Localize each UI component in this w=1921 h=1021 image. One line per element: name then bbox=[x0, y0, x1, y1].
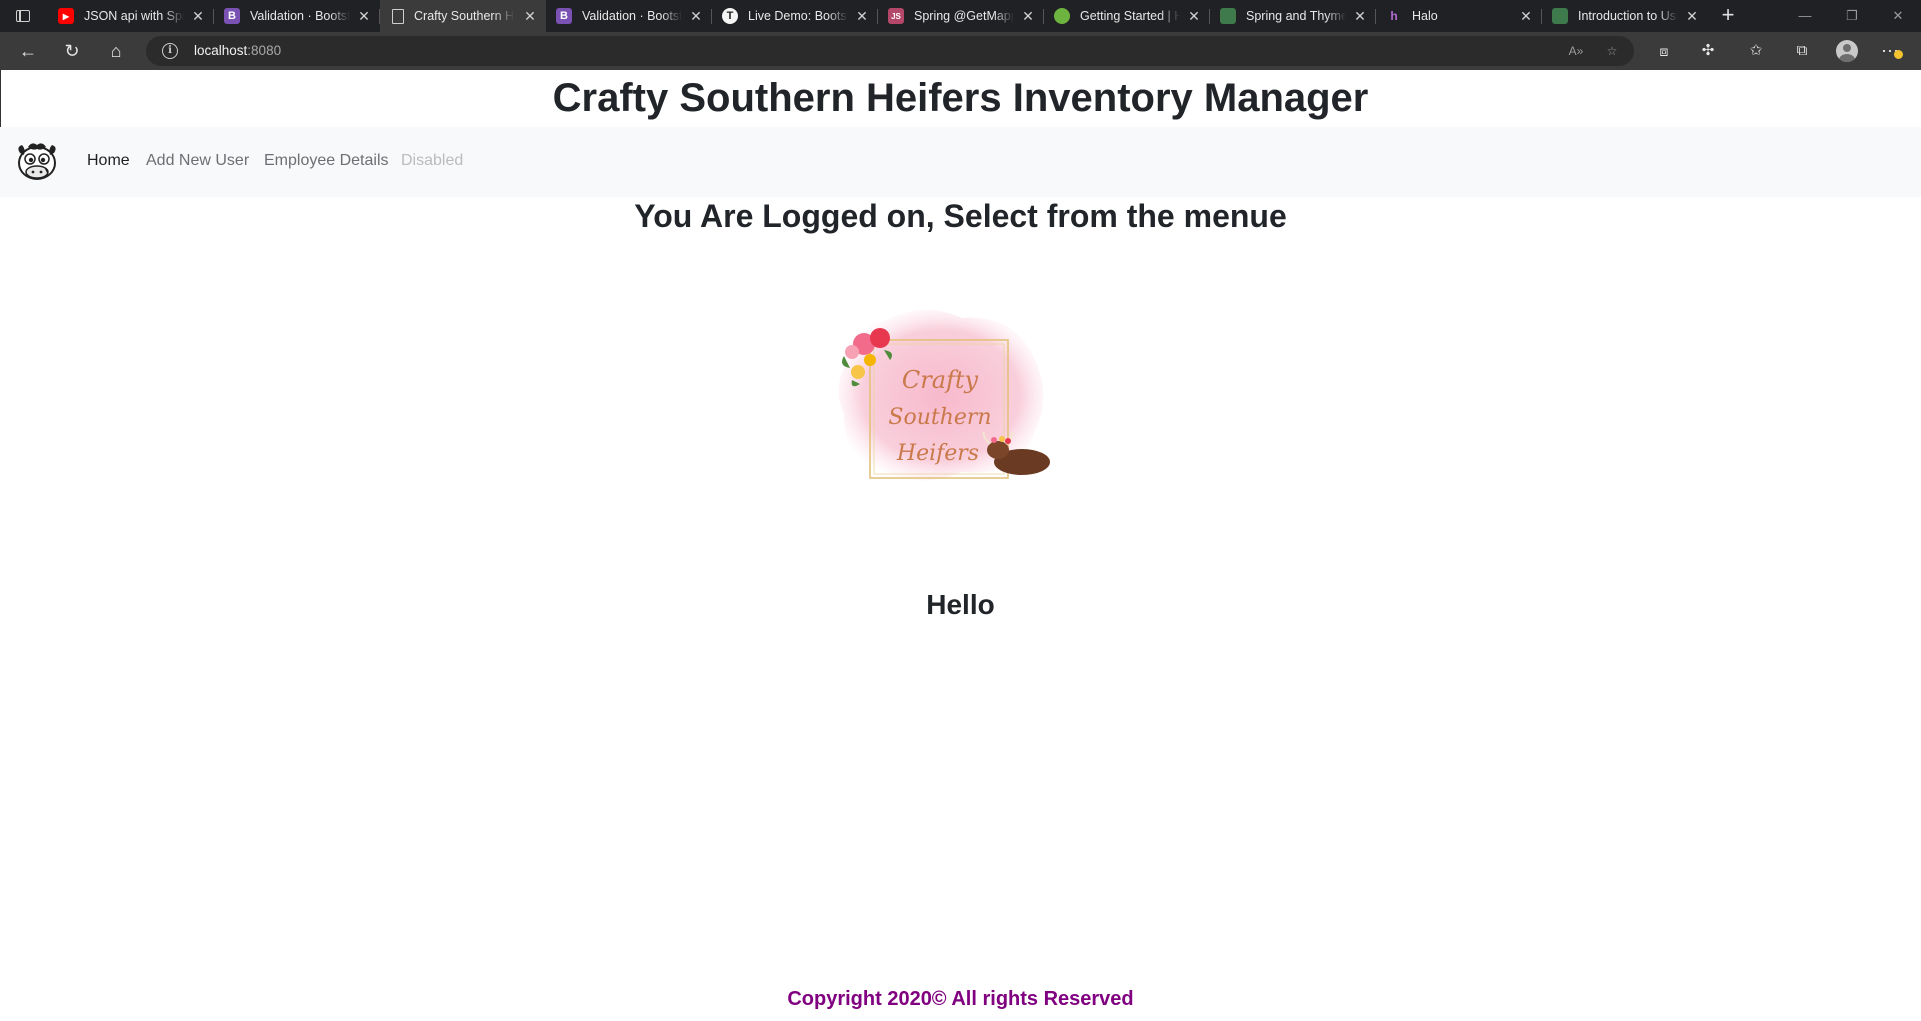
crafty-southern-heifers-logo: Crafty Southern Heifers bbox=[822, 294, 1058, 494]
restore-icon[interactable]: ❐ bbox=[1842, 6, 1862, 26]
nav-employee-details[interactable]: Employee Details bbox=[264, 152, 389, 170]
profile-avatar[interactable] bbox=[1836, 40, 1858, 62]
read-aloud-icon[interactable]: A» bbox=[1566, 42, 1586, 60]
halo-icon: h bbox=[1390, 9, 1398, 23]
browser-tab[interactable]: Getting Started | H ✕ bbox=[1044, 0, 1210, 32]
page-title: Crafty Southern Heifers Inventory Manage… bbox=[552, 76, 1369, 120]
logo-line-crafty: Crafty bbox=[902, 366, 979, 394]
browser-tab-strip: ▶ JSON api with Spri ✕ B Validation · Bo… bbox=[0, 0, 1921, 32]
window-close-icon[interactable]: ✕ bbox=[1888, 6, 1908, 26]
collections-icon[interactable]: ⧉ bbox=[1790, 39, 1814, 63]
close-tab-icon[interactable]: ✕ bbox=[1352, 8, 1368, 24]
address-bar[interactable]: i localhost:8080 A» ☆ bbox=[146, 36, 1634, 66]
tab-actions-icon[interactable] bbox=[14, 8, 34, 24]
close-tab-icon[interactable]: ✕ bbox=[356, 8, 372, 24]
browser-tab[interactable]: JS Spring @GetMappi ✕ bbox=[878, 0, 1044, 32]
logo-line-southern: Southern bbox=[888, 405, 991, 430]
hello-text: Hello bbox=[926, 589, 995, 620]
extension-icon[interactable]: ⧈ bbox=[1652, 39, 1676, 63]
browser-tab[interactable]: Spring and Thymel ✕ bbox=[1210, 0, 1376, 32]
leaf-icon bbox=[1220, 8, 1236, 24]
leaf-icon bbox=[1552, 8, 1568, 24]
url-text[interactable]: localhost:8080 bbox=[194, 43, 281, 58]
close-tab-icon[interactable]: ✕ bbox=[1518, 8, 1534, 24]
web-page: Crafty Southern Heifers Inventory Manage… bbox=[0, 70, 1921, 1021]
close-tab-icon[interactable]: ✕ bbox=[1186, 8, 1202, 24]
browser-tab[interactable]: T Live Demo: Bootstr ✕ bbox=[712, 0, 878, 32]
logo-line-heifers: Heifers bbox=[896, 441, 979, 466]
browser-tab-active[interactable]: Crafty Southern He ✕ bbox=[380, 0, 546, 32]
spring-js-icon: JS bbox=[888, 8, 904, 24]
close-tab-icon[interactable]: ✕ bbox=[522, 8, 538, 24]
youtube-icon: ▶ bbox=[58, 8, 74, 24]
site-info-icon[interactable]: i bbox=[162, 43, 178, 59]
reload-icon[interactable]: ↻ bbox=[60, 39, 84, 63]
notification-badge bbox=[1894, 50, 1903, 59]
close-tab-icon[interactable]: ✕ bbox=[1020, 8, 1036, 24]
cow-logo-icon[interactable] bbox=[14, 139, 60, 183]
minimize-icon[interactable]: — bbox=[1795, 6, 1815, 26]
nav-home[interactable]: Home bbox=[87, 152, 130, 170]
browser-tab[interactable]: ▶ JSON api with Spri ✕ bbox=[48, 0, 214, 32]
page-icon bbox=[392, 8, 404, 24]
browser-tab[interactable]: B Validation · Bootstr ✕ bbox=[214, 0, 380, 32]
favorite-star-icon[interactable]: ☆ bbox=[1602, 42, 1622, 60]
logged-on-heading: You Are Logged on, Select from the menue bbox=[634, 198, 1287, 234]
navbar: Home Add New User Employee Details Disab… bbox=[0, 127, 1921, 197]
new-tab-button[interactable]: + bbox=[1716, 4, 1740, 28]
browser-tab[interactable]: h Halo ✕ bbox=[1376, 0, 1542, 32]
close-tab-icon[interactable]: ✕ bbox=[1684, 8, 1700, 24]
browser-tab[interactable]: B Validation · Bootstr ✕ bbox=[546, 0, 712, 32]
puzzle-extensions-icon[interactable]: ✣ bbox=[1696, 39, 1720, 63]
copyright-footer: Copyright 2020© All rights Reserved bbox=[787, 988, 1134, 1010]
nav-add-new-user[interactable]: Add New User bbox=[146, 152, 249, 170]
bootstrap-icon: B bbox=[224, 8, 240, 24]
close-tab-icon[interactable]: ✕ bbox=[190, 8, 206, 24]
nav-disabled: Disabled bbox=[401, 152, 464, 169]
close-tab-icon[interactable]: ✕ bbox=[854, 8, 870, 24]
bootstrap-icon: B bbox=[556, 8, 572, 24]
browser-tab[interactable]: Introduction to Usi ✕ bbox=[1542, 0, 1708, 32]
back-icon[interactable]: ← bbox=[16, 39, 40, 63]
leaf-icon bbox=[1054, 8, 1070, 24]
close-tab-icon[interactable]: ✕ bbox=[688, 8, 704, 24]
t-icon: T bbox=[722, 8, 738, 24]
browser-toolbar: ← ↻ ⌂ i localhost:8080 A» ☆ ⧈ ✣ ✩ ⧉ ⋯ bbox=[0, 32, 1921, 70]
favorites-icon[interactable]: ✩ bbox=[1744, 39, 1768, 63]
home-icon[interactable]: ⌂ bbox=[104, 39, 128, 63]
